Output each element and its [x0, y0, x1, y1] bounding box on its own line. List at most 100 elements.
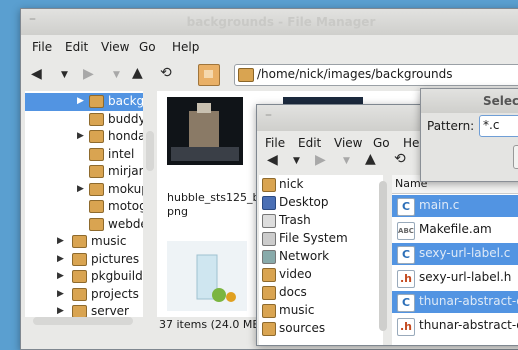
folder-icon: [89, 217, 104, 231]
file-row[interactable]: Cthunar-abstract-di: [392, 291, 518, 313]
location-bar[interactable]: /home/nick/images/backgrounds: [234, 64, 518, 86]
folder-icon: [262, 322, 276, 336]
second-forward-arrow-icon[interactable]: ▶: [315, 152, 326, 168]
file-type-icon: C: [397, 198, 415, 216]
sidebar-item[interactable]: sources: [259, 320, 383, 338]
tree-item[interactable]: ▶ backgr: [25, 93, 143, 111]
tree-item-label: mirjam: [108, 164, 143, 178]
home-icon[interactable]: [198, 64, 220, 86]
net-icon: [262, 250, 276, 264]
expander-arrow-icon[interactable]: ▶: [77, 131, 84, 141]
expander-arrow-icon[interactable]: ▶: [57, 236, 64, 246]
folder-icon: [262, 268, 276, 282]
expander-arrow-icon[interactable]: ▶: [77, 96, 84, 106]
file-list[interactable]: Name Cmain.c ABC Makefile.am Csexy-url-labe…: [392, 175, 518, 345]
sidebar-item[interactable]: Network: [259, 248, 383, 266]
menubar: File Edit View Go Help: [21, 35, 518, 59]
menu-file[interactable]: File: [32, 40, 52, 54]
status-bar: 37 items (24.0 MB: [159, 318, 260, 331]
menu-view[interactable]: View: [101, 40, 129, 54]
thumbnail-hubble-image[interactable]: [167, 97, 243, 165]
tree-item[interactable]: motog: [25, 198, 143, 216]
folder-tree[interactable]: ▶ backgr buddy ▶ honda intel mirjam ▶ mokup motog…: [25, 91, 143, 317]
folder-icon: [72, 305, 87, 317]
tree-item[interactable]: ▶ music: [25, 233, 143, 251]
dialog-button[interactable]: [513, 145, 518, 169]
toolbar: ◀ ▼ ▶ ▼ ▲ ⟲ /home/nick/images/background…: [21, 59, 518, 89]
second-forward-chevron-icon[interactable]: ▼: [343, 156, 350, 166]
tree-item-label: music: [91, 234, 127, 248]
forward-history-chevron-icon[interactable]: ▼: [113, 70, 120, 80]
menu-help[interactable]: Help: [172, 40, 199, 54]
folder-icon: [238, 68, 254, 82]
tree-item[interactable]: ▶ honda: [25, 128, 143, 146]
folder-icon: [262, 286, 276, 300]
file-row[interactable]: .h sexy-url-label.h: [392, 267, 518, 289]
tree-item[interactable]: intel: [25, 146, 143, 164]
tree-vertical-scrollbar[interactable]: [146, 131, 154, 171]
sidebar-item[interactable]: nick: [259, 176, 383, 194]
tree-item[interactable]: ▶ pictures: [25, 251, 143, 269]
menu-go[interactable]: Go: [139, 40, 156, 54]
second-up-arrow-icon[interactable]: ▲: [365, 151, 376, 167]
file-type-icon: .h: [397, 318, 415, 336]
thumbnail-glass-image[interactable]: [167, 241, 247, 311]
expander-arrow-icon[interactable]: ▶: [57, 254, 64, 264]
file-row[interactable]: ABC Makefile.am: [392, 219, 518, 241]
sidebar-item[interactable]: Desktop: [259, 194, 383, 212]
tree-horizontal-scrollbar[interactable]: [33, 317, 133, 325]
expander-arrow-icon[interactable]: ▶: [57, 289, 64, 299]
folder-icon: [89, 130, 104, 143]
forward-arrow-icon[interactable]: ▶: [83, 66, 94, 82]
tree-item[interactable]: ▶ projects: [25, 286, 143, 304]
second-back-arrow-icon[interactable]: ◀: [267, 152, 278, 168]
second-reload-icon[interactable]: ⟲: [394, 151, 406, 167]
tree-item[interactable]: buddy: [25, 111, 143, 129]
sidebar-item[interactable]: File System: [259, 230, 383, 248]
sidebar-item[interactable]: Trash: [259, 212, 383, 230]
up-arrow-icon[interactable]: ▲: [132, 65, 143, 81]
back-arrow-icon[interactable]: ◀: [31, 66, 42, 82]
second-window-menu-icon[interactable]: –: [265, 107, 272, 123]
file-row[interactable]: Cmain.c: [392, 195, 518, 217]
dialog-titlebar[interactable]: Select: [421, 89, 518, 113]
tree-item[interactable]: mirjam: [25, 163, 143, 181]
sidebar-item[interactable]: docs: [259, 284, 383, 302]
sidebar-item[interactable]: music: [259, 302, 383, 320]
tree-item[interactable]: ▶ pkgbuilds: [25, 268, 143, 286]
file-type-icon: ABC: [397, 222, 415, 240]
tree-item[interactable]: webde: [25, 216, 143, 234]
expander-arrow-icon[interactable]: ▶: [57, 306, 64, 316]
folder-icon: [72, 252, 87, 266]
reload-icon[interactable]: ⟲: [160, 65, 172, 81]
file-row[interactable]: Csexy-url-label.c: [392, 243, 518, 265]
file-name: thunar-abstract-di: [419, 318, 518, 332]
file-row[interactable]: .h thunar-abstract-di: [392, 315, 518, 337]
tree-item[interactable]: ▶ mokup: [25, 181, 143, 199]
tree-item-label: intel: [108, 146, 135, 161]
sidebar-item[interactable]: video: [259, 266, 383, 284]
tree-item-label: mokup: [108, 181, 143, 196]
second-back-chevron-icon[interactable]: ▼: [293, 156, 300, 166]
tree-item-label: buddy: [108, 111, 143, 126]
places-sidebar[interactable]: nick Desktop Trash File System Network video d…: [259, 175, 383, 345]
expander-arrow-icon[interactable]: ▶: [77, 184, 84, 194]
window-titlebar[interactable]: – backgrounds - File Manager: [21, 9, 518, 35]
pattern-label: Pattern:: [427, 119, 475, 133]
window-title: backgrounds - File Manager: [186, 15, 376, 29]
pattern-input[interactable]: *.c: [479, 115, 518, 137]
sidebar-item-label: video: [279, 267, 312, 281]
folder-icon: [72, 235, 87, 248]
sidebar-item-label: sources: [279, 321, 326, 335]
thumbnail-caption: hubble_sts125_b png: [167, 191, 260, 218]
expander-arrow-icon[interactable]: ▶: [57, 271, 64, 281]
menu-edit[interactable]: Edit: [65, 40, 88, 54]
tree-item[interactable]: ▶ server: [25, 303, 143, 317]
tree-item-label: honda: [108, 129, 143, 143]
trash-icon: [262, 214, 276, 228]
sidebar-scrollbar[interactable]: [379, 181, 387, 331]
tree-item-label: webde: [108, 216, 143, 231]
file-name: main.c: [419, 198, 460, 212]
tree-item-label: projects: [91, 286, 139, 301]
back-history-chevron-icon[interactable]: ▼: [61, 70, 68, 80]
